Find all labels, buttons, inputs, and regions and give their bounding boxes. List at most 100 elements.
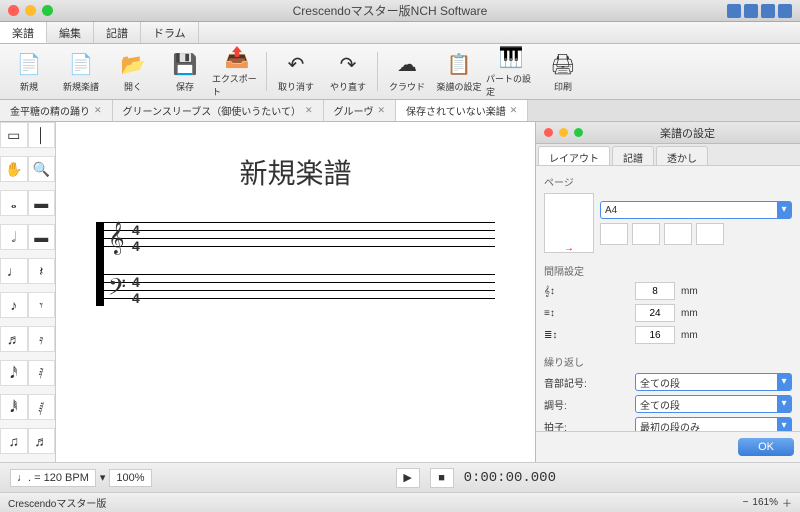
tab-watermark[interactable]: 透かし bbox=[656, 146, 708, 165]
orient-portrait-icon[interactable] bbox=[600, 223, 628, 245]
undo-button[interactable]: ↶取り消す bbox=[271, 48, 321, 95]
orient-3-icon[interactable] bbox=[664, 223, 692, 245]
timesig-repeat-select[interactable]: 最初の段のみ bbox=[635, 417, 792, 431]
export-button[interactable]: 📤エクスポート bbox=[212, 48, 262, 95]
zoom-in-icon[interactable]: ＋ bbox=[782, 495, 792, 510]
undo-icon: ↶ bbox=[282, 50, 310, 78]
stop-button[interactable]: ■ bbox=[430, 468, 454, 488]
social-links[interactable] bbox=[727, 4, 792, 18]
settings-icon: 📋 bbox=[445, 50, 473, 78]
cloud-button[interactable]: ☁クラウド bbox=[382, 48, 432, 95]
thirtysecond-rest-tool[interactable]: 𝅀 bbox=[28, 360, 56, 386]
doc-tab[interactable]: グリーンスリーブス（御使いうたいて）✕ bbox=[113, 100, 324, 121]
ok-button[interactable]: OK bbox=[738, 438, 794, 456]
tab-edit[interactable]: 編集 bbox=[47, 22, 94, 43]
treble-clef-icon: 𝄞 bbox=[108, 222, 125, 254]
score-settings-button[interactable]: 📋楽譜の設定 bbox=[434, 48, 484, 95]
score-title: 新規楽譜 bbox=[86, 152, 505, 192]
tab-score[interactable]: 楽譜 bbox=[0, 22, 47, 43]
bass-clef-icon: 𝄢 bbox=[108, 274, 126, 306]
half-rest-tool[interactable]: ▬ bbox=[28, 224, 56, 250]
print-button[interactable]: 🖨印刷 bbox=[538, 48, 588, 95]
panel-title: 楽譜の設定 bbox=[583, 125, 792, 141]
doc-tab[interactable]: 金平糖の精の踊り✕ bbox=[0, 100, 113, 121]
app-title: Crescendoマスター版NCH Software bbox=[53, 2, 727, 19]
sixteenth-note-tool[interactable]: ♬ bbox=[0, 326, 28, 352]
eighth-note-tool[interactable]: ♪ bbox=[0, 292, 28, 318]
tempo-control[interactable]: ♩. = 120 BPM ▾ 100% bbox=[10, 469, 152, 487]
orient-4-icon[interactable] bbox=[696, 223, 724, 245]
zoom-control[interactable]: − 161% ＋ bbox=[743, 495, 792, 510]
sixteenth-rest-tool[interactable]: 𝄿 bbox=[28, 326, 56, 352]
panel-titlebar: 楽譜の設定 bbox=[536, 122, 800, 144]
score-canvas[interactable]: 新規楽譜 𝄞 44 𝄢 44 bbox=[56, 122, 535, 462]
keysig-repeat-select[interactable]: 全ての段 bbox=[635, 395, 792, 413]
redo-icon: ↷ bbox=[334, 50, 362, 78]
pagesize-select[interactable]: A4 bbox=[600, 201, 792, 219]
beam-tool-2[interactable]: ♬ bbox=[28, 428, 56, 454]
bass-staff[interactable]: 𝄢 44 bbox=[104, 274, 495, 306]
grand-staff: 𝄞 44 𝄢 44 bbox=[96, 222, 495, 306]
spacing-input-3[interactable] bbox=[635, 326, 675, 344]
beam-tool[interactable]: ♫ bbox=[0, 428, 28, 454]
orient-landscape-icon[interactable] bbox=[632, 223, 660, 245]
sixtyfourth-note-tool[interactable]: 𝅘𝅥𝅱 bbox=[0, 394, 28, 420]
time-signature: 44 bbox=[132, 274, 140, 306]
clef-repeat-select[interactable]: 全ての段 bbox=[635, 373, 792, 391]
zoom-tool[interactable]: 🔍 bbox=[28, 156, 56, 182]
close-icon[interactable]: ✕ bbox=[305, 105, 313, 116]
doc-tab[interactable]: グルーヴ✕ bbox=[324, 100, 397, 121]
tab-notation[interactable]: 記譜 bbox=[94, 22, 141, 43]
eighth-rest-tool[interactable]: 𝄾 bbox=[28, 292, 56, 318]
spacing-input-2[interactable] bbox=[635, 304, 675, 322]
treble-staff[interactable]: 𝄞 44 bbox=[104, 222, 495, 254]
export-icon: 📤 bbox=[223, 45, 251, 70]
zoom-out-icon[interactable]: − bbox=[743, 497, 749, 508]
part-settings-button[interactable]: 🎹パートの設定 bbox=[486, 48, 536, 95]
minimize-icon[interactable] bbox=[25, 5, 36, 16]
titlebar: Crescendoマスター版NCH Software bbox=[0, 0, 800, 22]
quarter-rest-tool[interactable]: 𝄽 bbox=[28, 258, 56, 284]
section-repeat: 繰り返し bbox=[544, 354, 792, 369]
panel-window-controls[interactable] bbox=[544, 128, 583, 137]
quarter-note-tool[interactable]: ♩ bbox=[0, 258, 28, 284]
whole-rest-tool[interactable]: ▬ bbox=[28, 190, 56, 216]
selection-tool[interactable]: ▭ bbox=[0, 122, 28, 148]
playback-bar: ♩. = 120 BPM ▾ 100% ▶ ■ 0:00:00.000 bbox=[0, 462, 800, 492]
spacing-input-1[interactable] bbox=[635, 282, 675, 300]
system-spacing-icon: ≡↕ bbox=[544, 308, 629, 319]
open-button[interactable]: 📂開く bbox=[108, 48, 158, 95]
tab-drum[interactable]: ドラム bbox=[141, 22, 199, 43]
doc-tab[interactable]: 保存されていない楽譜✕ bbox=[396, 100, 528, 121]
close-icon[interactable] bbox=[8, 5, 19, 16]
window-controls[interactable] bbox=[8, 5, 53, 16]
tab-notation[interactable]: 記譜 bbox=[612, 146, 654, 165]
tool-palette: ▭ │ ✋ 🔍 𝅝 ▬ 𝅗𝅥 ▬ ♩ 𝄽 ♪ 𝄾 ♬ 𝄿 𝅘𝅥𝅰 𝅀 𝅘𝅥𝅱 𝅁… bbox=[0, 122, 56, 462]
staff-spacing-icon: 𝄞↕ bbox=[544, 286, 629, 297]
whole-note-tool[interactable]: 𝅝 bbox=[0, 190, 28, 216]
toolbar: 📄新規 📄新規楽譜 📂開く 💾保存 📤エクスポート ↶取り消す ↷やり直す ☁ク… bbox=[0, 44, 800, 100]
half-note-tool[interactable]: 𝅗𝅥 bbox=[0, 224, 28, 250]
sixtyfourth-rest-tool[interactable]: 𝅁 bbox=[28, 394, 56, 420]
panel-body: ページ A4 間隔設定 𝄞↕mm bbox=[536, 166, 800, 431]
status-bar: Crescendoマスター版 − 161% ＋ bbox=[0, 492, 800, 512]
piano-icon: 🎹 bbox=[497, 45, 525, 70]
page-thumbnail[interactable] bbox=[544, 193, 594, 253]
new-button[interactable]: 📄新規 bbox=[4, 48, 54, 95]
redo-button[interactable]: ↷やり直す bbox=[323, 48, 373, 95]
barline-tool[interactable]: │ bbox=[28, 122, 56, 148]
section-page: ページ bbox=[544, 174, 792, 189]
tab-layout[interactable]: レイアウト bbox=[538, 146, 610, 165]
thirtysecond-note-tool[interactable]: 𝅘𝅥𝅰 bbox=[0, 360, 28, 386]
panel-tabs: レイアウト 記譜 透かし bbox=[536, 144, 800, 166]
close-icon[interactable]: ✕ bbox=[378, 105, 386, 116]
print-icon: 🖨 bbox=[549, 50, 577, 78]
close-icon[interactable]: ✕ bbox=[94, 105, 102, 116]
close-icon[interactable]: ✕ bbox=[510, 105, 518, 116]
play-button[interactable]: ▶ bbox=[396, 468, 420, 488]
new-score-button[interactable]: 📄新規楽譜 bbox=[56, 48, 106, 95]
zoom-icon[interactable] bbox=[42, 5, 53, 16]
save-button[interactable]: 💾保存 bbox=[160, 48, 210, 95]
dropdown-icon[interactable]: ▾ bbox=[100, 471, 106, 484]
hand-tool[interactable]: ✋ bbox=[0, 156, 28, 182]
